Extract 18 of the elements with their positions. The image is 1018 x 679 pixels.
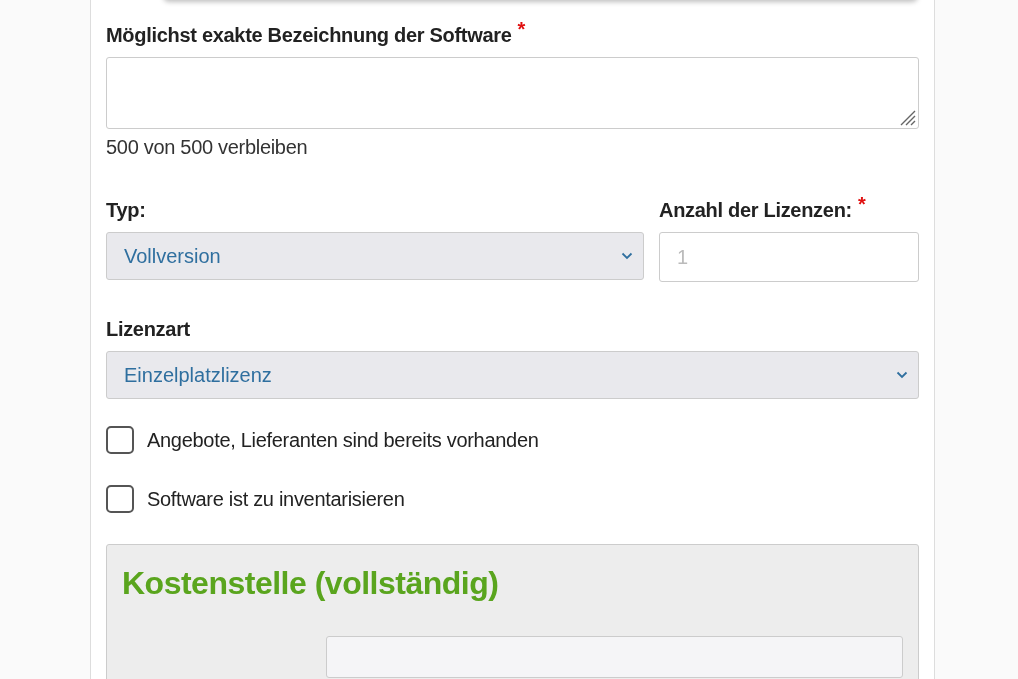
field-label: Anzahl der Lizenzen: [659, 199, 852, 221]
checkbox[interactable] [106, 485, 134, 513]
required-mark: * [857, 193, 866, 215]
checkbox[interactable] [106, 426, 134, 454]
field-label: Lizenzart [106, 318, 190, 340]
dropdown[interactable]: Vollversion [106, 232, 644, 280]
field-label: Typ: [106, 199, 146, 221]
checkbox-label: Angebote, Lieferanten sind bereits vorhanden [147, 428, 539, 452]
chevron-down-icon [621, 252, 633, 260]
required-mark: * [517, 18, 526, 40]
field-label: Möglichst exakte Bezeichnung der Software [106, 24, 512, 46]
input-field[interactable] [326, 636, 903, 678]
checkbox-label: Software ist zu inventarisieren [147, 487, 405, 511]
number-field[interactable]: 1 [659, 232, 919, 282]
character-counter: 500 von 500 verbleiben [106, 136, 309, 159]
chevron-down-icon [896, 371, 908, 379]
section-heading: Kostenstelle (vollständig) [122, 565, 500, 602]
dropdown[interactable]: Einzelplatzlizenz [106, 351, 919, 399]
